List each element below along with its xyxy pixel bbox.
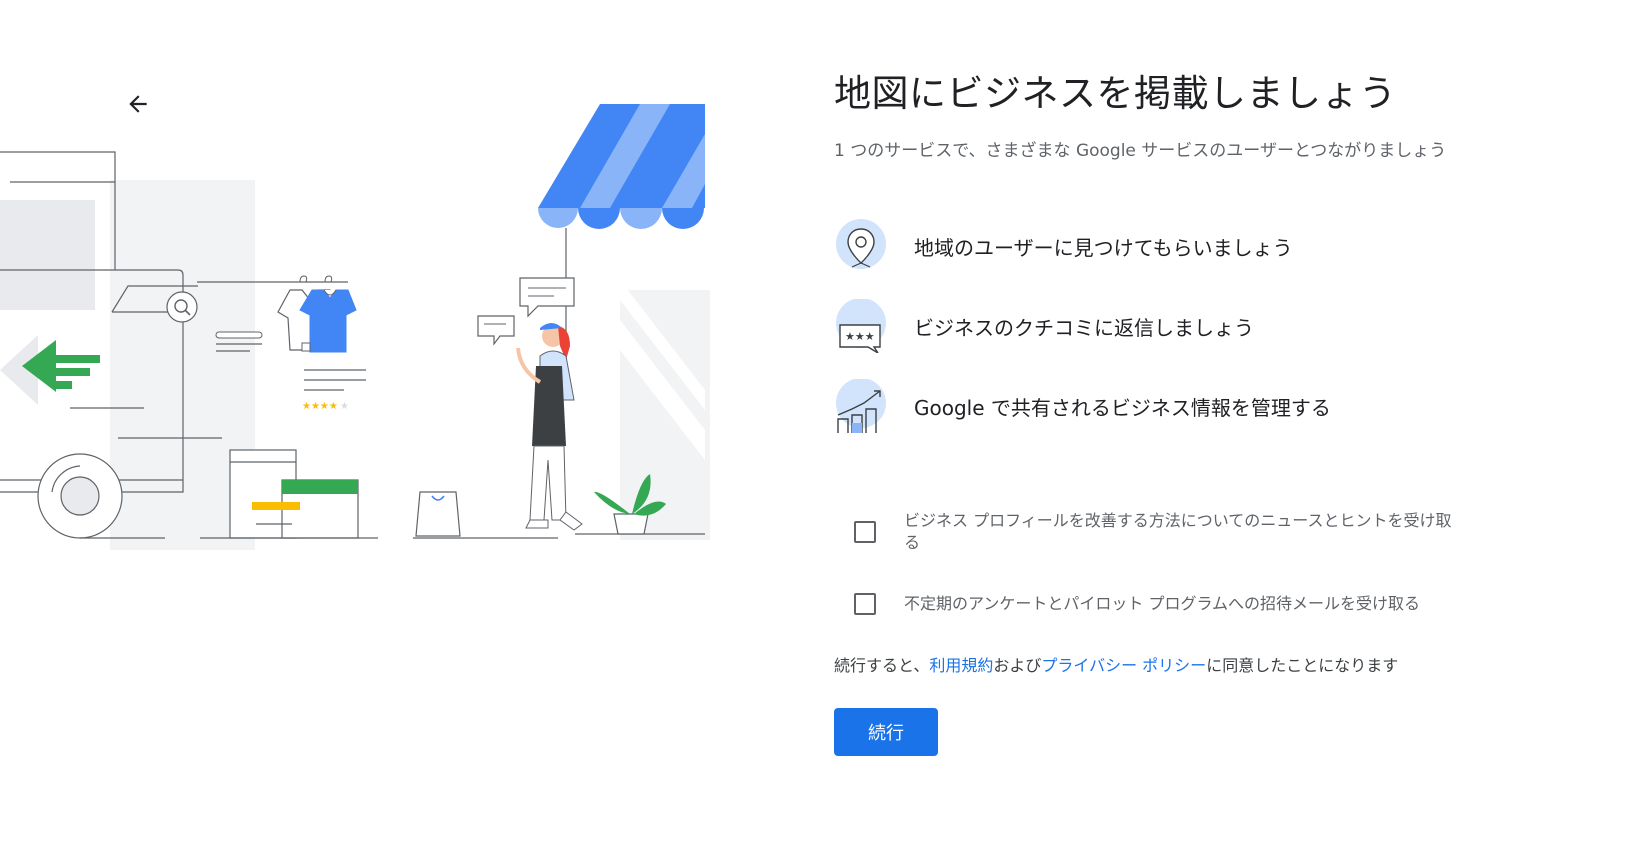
continue-button[interactable]: 続行 [834,708,938,756]
terms-of-service-link[interactable]: 利用規約 [929,656,993,675]
location-pin-icon [836,219,886,269]
feature-list: 地域のユーザーに見つけてもらいましょう ★★★ ビジネスのクチコミに返信しましょ… [834,206,1474,446]
terms-notice: 続行すると、利用規約およびプライバシー ポリシーに同意したことになります [834,654,1474,678]
terms-suffix: に同意したことになります [1206,656,1399,675]
feature-item: ★★★ ビジネスのクチコミに返信しましょう [834,286,1474,366]
page-title: 地図にビジネスを掲載しましょう [834,72,1397,115]
business-onboarding-page: ★★★★ ★ 地図にビジネスを掲載しましょう 1 つのサービスで、さまざまな G… [0,0,1636,854]
svg-text:★★★: ★★★ [845,330,875,343]
svg-text:★★★★: ★★★★ [302,401,338,412]
feature-item: 地域のユーザーに見つけてもらいましょう [834,206,1474,286]
survey-label[interactable]: 不定期のアンケートとパイロット プログラムへの招待メールを受け取る [904,593,1464,615]
news-tips-label[interactable]: ビジネス プロフィールを改善する方法についてのニュースとヒントを受け取る [904,510,1464,554]
survey-option: 不定期のアンケートとパイロット プログラムへの招待メールを受け取る [834,568,1474,640]
svg-text:★: ★ [340,401,349,412]
page-subtitle: 1 つのサービスで、さまざまな Google サービスのユーザーとつながりましょ… [834,141,1447,161]
preference-checkboxes: ビジネス プロフィールを改善する方法についてのニュースとヒントを受け取る 不定期… [834,496,1474,640]
survey-checkbox[interactable] [854,593,876,615]
feature-label: Google で共有されるビジネス情報を管理する [914,395,1331,420]
feature-label: 地域のユーザーに見つけてもらいましょう [914,235,1293,260]
chart-trend-icon [836,379,886,433]
review-bubble-icon: ★★★ [836,299,886,353]
terms-prefix: 続行すると、 [834,656,930,675]
news-tips-option: ビジネス プロフィールを改善する方法についてのニュースとヒントを受け取る [834,496,1474,568]
news-tips-checkbox[interactable] [854,521,876,543]
main-content: 地図にビジネスを掲載しましょう 1 つのサービスで、さまざまな Google サ… [834,62,1474,756]
feature-label: ビジネスのクチコミに返信しましょう [914,315,1254,340]
feature-item: Google で共有されるビジネス情報を管理する [834,366,1474,446]
terms-middle: および [993,656,1042,675]
privacy-policy-link[interactable]: プライバシー ポリシー [1041,656,1206,675]
storefront-illustration: ★★★★ ★ [0,104,710,550]
